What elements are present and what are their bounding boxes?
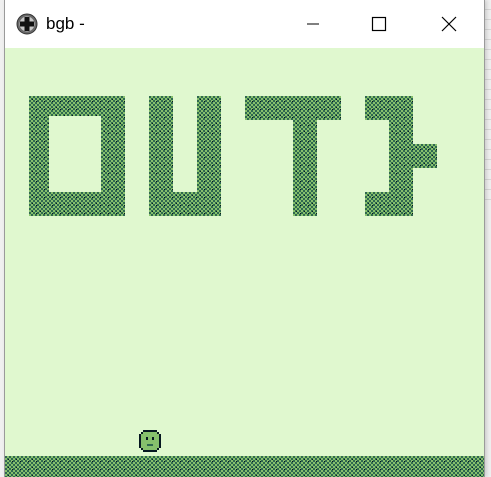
ground-strip bbox=[5, 456, 484, 477]
minimize-icon bbox=[306, 17, 320, 31]
emulator-window: bgb - bbox=[4, 0, 485, 477]
minimize-button[interactable] bbox=[290, 0, 336, 48]
logo-letter-u bbox=[149, 96, 221, 216]
logo-letter-t bbox=[245, 96, 341, 216]
logo-letter-o bbox=[29, 96, 125, 216]
maximize-button[interactable] bbox=[356, 0, 402, 48]
window-title: bgb - bbox=[46, 14, 85, 33]
game-screen[interactable] bbox=[5, 48, 484, 477]
title-bar[interactable]: bgb - bbox=[5, 0, 484, 48]
close-icon bbox=[441, 16, 457, 32]
bgb-cross-icon[interactable] bbox=[16, 13, 38, 35]
round-blob-character-icon bbox=[139, 430, 161, 452]
logo-letter-brace bbox=[365, 96, 437, 216]
background-desktop-strip bbox=[485, 0, 491, 200]
maximize-icon bbox=[371, 16, 387, 32]
close-button[interactable] bbox=[426, 0, 472, 48]
